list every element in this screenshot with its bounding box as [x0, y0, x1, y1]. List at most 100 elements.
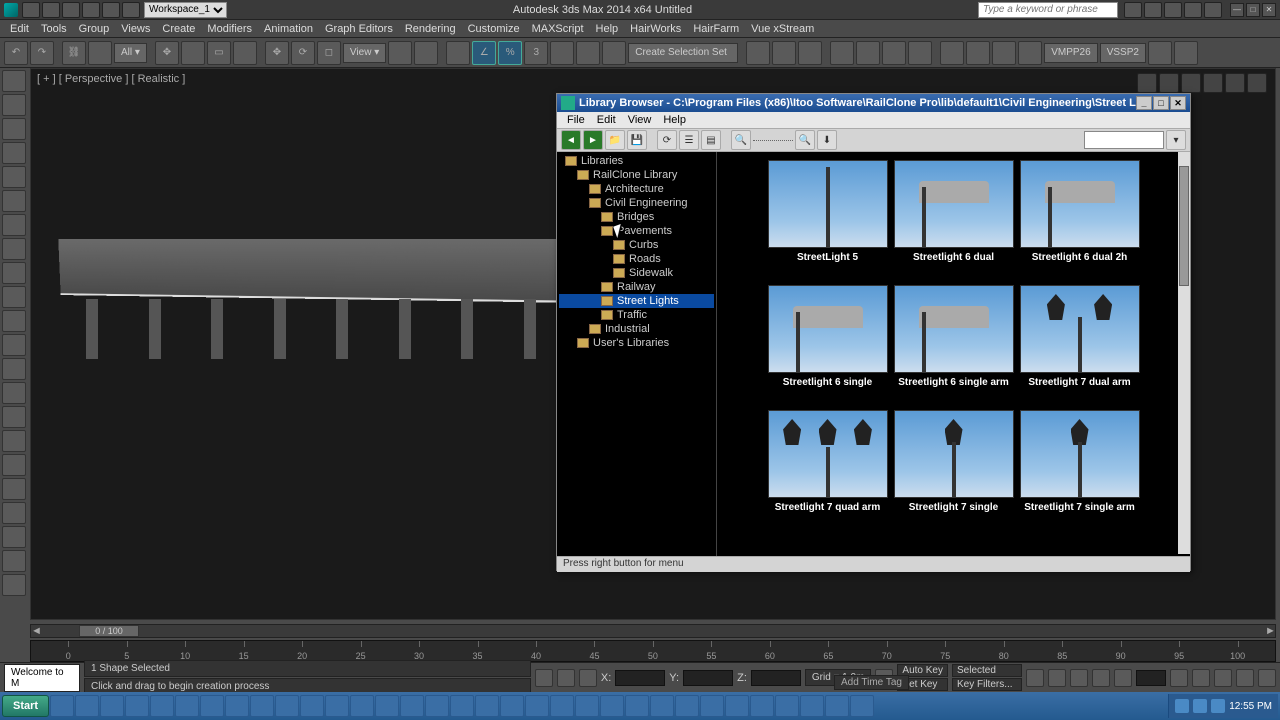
library-search-input[interactable]	[1084, 131, 1164, 149]
teapot-icon[interactable]	[2, 70, 26, 92]
exchange-icon[interactable]	[1164, 2, 1182, 18]
undo-icon[interactable]	[82, 2, 100, 18]
tree-item-industrial[interactable]: Industrial	[559, 322, 714, 336]
tray-icon[interactable]	[1211, 699, 1225, 713]
sphere-icon[interactable]	[2, 166, 26, 188]
link-icon[interactable]	[122, 2, 140, 18]
zoom-out-icon[interactable]: 🔍	[731, 130, 751, 150]
maxscript-listener[interactable]: Welcome to M	[4, 664, 80, 692]
tree-item-bridges[interactable]: Bridges	[559, 210, 714, 224]
key-mode-dropdown[interactable]: Selected	[952, 664, 1022, 677]
taskbar-item[interactable]	[350, 695, 374, 717]
tree-item-curbs[interactable]: Curbs	[559, 238, 714, 252]
create-selection-set[interactable]: Create Selection Set	[628, 43, 738, 63]
dialog-close-icon[interactable]: ✕	[1170, 96, 1186, 110]
named-sel-button[interactable]	[550, 41, 574, 65]
thumb-streetlight-6-single-arm[interactable]: Streetlight 6 single arm	[893, 285, 1015, 400]
tray-icon[interactable]	[1175, 699, 1189, 713]
taskbar-item[interactable]	[550, 695, 574, 717]
taskbar-item[interactable]	[275, 695, 299, 717]
taskbar-item[interactable]	[800, 695, 824, 717]
tree-item-civil-engineering[interactable]: Civil Engineering	[559, 196, 714, 210]
taskbar-item[interactable]	[425, 695, 449, 717]
x-coord-input[interactable]	[615, 670, 665, 686]
prev-frame-icon[interactable]	[1048, 669, 1066, 687]
goto-end-icon[interactable]	[1114, 669, 1132, 687]
misc-i-icon[interactable]	[2, 574, 26, 596]
layer-manager-button[interactable]	[746, 41, 770, 65]
taskbar-item[interactable]	[250, 695, 274, 717]
taskbar-item[interactable]	[850, 695, 874, 717]
up-folder-icon[interactable]: 📁	[605, 130, 625, 150]
time-slider-handle[interactable]: 0 / 100	[79, 625, 139, 637]
taskbar-item[interactable]	[525, 695, 549, 717]
taskbar-item[interactable]	[450, 695, 474, 717]
tube-icon[interactable]	[2, 214, 26, 236]
dialog-menu-file[interactable]: File	[561, 114, 591, 126]
link-button[interactable]: ⛓	[62, 41, 86, 65]
maximize-viewport-icon[interactable]	[1258, 669, 1276, 687]
key-filters-button[interactable]: Key Filters...	[952, 678, 1022, 691]
thumb-streetlight-7-single[interactable]: Streetlight 7 single	[893, 410, 1015, 525]
taskbar-item[interactable]	[300, 695, 324, 717]
new-icon[interactable]	[22, 2, 40, 18]
selection-filter[interactable]: All ▾	[114, 43, 147, 63]
taskbar-item[interactable]	[650, 695, 674, 717]
current-frame-input[interactable]	[1136, 670, 1166, 686]
help-search-input[interactable]	[978, 2, 1118, 18]
manipulate-button[interactable]	[414, 41, 438, 65]
thumb-streetlight-7-single-arm[interactable]: Streetlight 7 single arm	[1019, 410, 1141, 525]
y-coord-input[interactable]	[683, 670, 733, 686]
help-icon[interactable]	[1204, 2, 1222, 18]
scene-bridge-object[interactable]	[41, 239, 571, 369]
render-frame-button[interactable]	[882, 41, 906, 65]
thumb-streetlight-6-dual[interactable]: Streetlight 6 dual	[893, 160, 1015, 275]
tree-item-roads[interactable]: Roads	[559, 252, 714, 266]
misc-b-icon[interactable]	[2, 406, 26, 428]
save-lib-icon[interactable]: 💾	[627, 130, 647, 150]
menu-maxscript[interactable]: MAXScript	[526, 23, 590, 35]
dialog-menu-view[interactable]: View	[622, 114, 658, 126]
menu-edit[interactable]: Edit	[4, 23, 35, 35]
list-icon[interactable]: ▤	[701, 130, 721, 150]
menu-vuexstream[interactable]: Vue xStream	[745, 23, 820, 35]
taskbar-item[interactable]	[75, 695, 99, 717]
menu-modifiers[interactable]: Modifiers	[201, 23, 258, 35]
select-button[interactable]: ✥	[155, 41, 179, 65]
signin-icon[interactable]	[1144, 2, 1162, 18]
plugin-c-button[interactable]	[992, 41, 1016, 65]
taskbar-item[interactable]	[175, 695, 199, 717]
taskbar-item[interactable]	[500, 695, 524, 717]
select-name-button[interactable]	[181, 41, 205, 65]
misc-h-icon[interactable]	[2, 550, 26, 572]
menu-grapheditors[interactable]: Graph Editors	[319, 23, 399, 35]
plane-icon[interactable]	[2, 238, 26, 260]
curve-editor-button[interactable]	[772, 41, 796, 65]
misc-a-icon[interactable]	[2, 382, 26, 404]
plugin-e-button[interactable]	[1148, 41, 1172, 65]
menu-animation[interactable]: Animation	[258, 23, 319, 35]
taskbar-item[interactable]	[50, 695, 74, 717]
vssp-label[interactable]: VSSP2	[1100, 43, 1146, 63]
misc-g-icon[interactable]	[2, 526, 26, 548]
z-coord-input[interactable]	[751, 670, 801, 686]
render-button[interactable]	[908, 41, 932, 65]
import-icon[interactable]: ⬇	[817, 130, 837, 150]
schematic-view-button[interactable]	[798, 41, 822, 65]
pan-icon[interactable]	[1192, 669, 1210, 687]
taskbar-item[interactable]	[100, 695, 124, 717]
misc-f-icon[interactable]	[2, 502, 26, 524]
thumbs-scrollbar[interactable]	[1178, 152, 1190, 554]
snap-toggle-button[interactable]	[446, 41, 470, 65]
menu-views[interactable]: Views	[115, 23, 156, 35]
taskbar-item[interactable]	[750, 695, 774, 717]
plugin-f-button[interactable]	[1174, 41, 1198, 65]
material-editor-button[interactable]	[830, 41, 854, 65]
taskbar-item[interactable]	[200, 695, 224, 717]
taskbar-item[interactable]	[775, 695, 799, 717]
plugin-d-button[interactable]	[1018, 41, 1042, 65]
scale-button[interactable]: ◻	[317, 41, 341, 65]
taskbar-item[interactable]	[675, 695, 699, 717]
library-tree[interactable]: LibrariesRailClone LibraryArchitectureCi…	[557, 152, 717, 556]
workspace-selector[interactable]: Workspace_1	[144, 2, 227, 18]
